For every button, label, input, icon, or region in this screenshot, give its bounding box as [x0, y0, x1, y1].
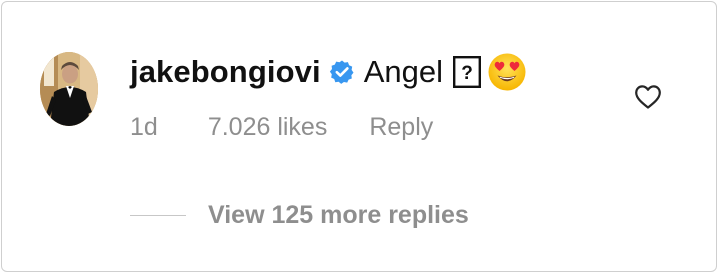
view-replies-label: View 125 more replies [208, 200, 469, 229]
comment-item: jakebongiovi Angel ? 1d 7.026 likes Repl… [0, 0, 720, 275]
reply-button[interactable]: Reply [369, 113, 433, 142]
unsupported-character-icon: ? [452, 56, 481, 88]
verified-badge-icon [329, 59, 355, 85]
comment-text: Angel [363, 54, 443, 89]
likes-count[interactable]: 7.026 likes [208, 113, 328, 142]
comment-meta: 1d 7.026 likes Reply [130, 110, 433, 144]
replies-divider [130, 214, 186, 216]
unsupported-character-glyph: ? [461, 63, 473, 84]
username[interactable]: jakebongiovi [130, 54, 321, 90]
like-heart-icon[interactable] [634, 84, 662, 110]
comment-line: jakebongiovi Angel ? [130, 52, 527, 92]
avatar[interactable] [40, 52, 98, 126]
view-replies-button[interactable]: View 125 more replies [130, 198, 469, 232]
timestamp: 1d [130, 112, 158, 141]
heart-eyes-emoji-icon [487, 52, 527, 92]
